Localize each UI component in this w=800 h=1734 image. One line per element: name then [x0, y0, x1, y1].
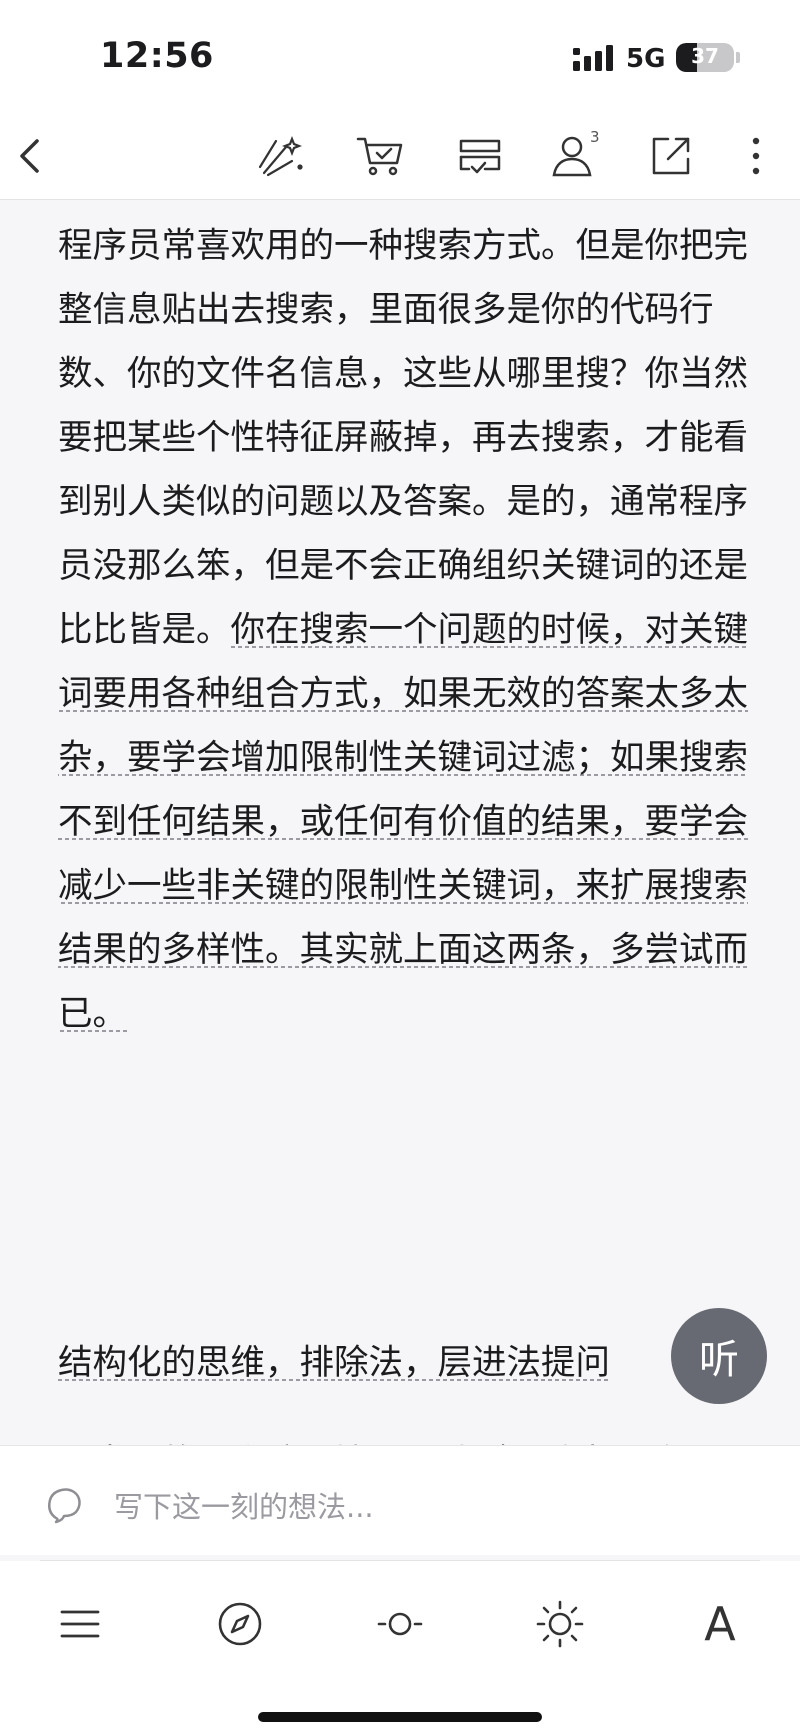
reader-nav-bar: 3: [0, 112, 800, 200]
battery-level: 37: [691, 44, 719, 68]
article-paragraph: 程序员常喜欢用的一种搜索方式。但是你把完整信息贴出去搜索，里面很多是你的代码行数…: [58, 214, 748, 1046]
article-heading: 结构化的思维，排除法，层进法提问: [58, 1331, 748, 1395]
paragraph-text: 程序员常喜欢用的一种搜索方式。但是你把完整信息贴出去搜索，里面很多是你的代码行数…: [58, 226, 748, 650]
brightness-low-icon: [377, 1612, 423, 1636]
home-indicator: [258, 1712, 542, 1722]
comment-input[interactable]: 写下这一刻的想法...: [114, 1484, 374, 1526]
listen-label: 听: [699, 1337, 739, 1383]
cart-icon: [356, 137, 403, 176]
underlined-heading[interactable]: 结构化的思维，排除法，层进法提问: [58, 1343, 610, 1385]
reader-toolbar: A: [0, 1561, 800, 1734]
brightness-down-button[interactable]: [365, 1589, 435, 1659]
network-type: 5G: [626, 44, 666, 74]
font-icon: A: [704, 1597, 736, 1651]
battery-icon: 37: [676, 43, 734, 72]
menu-button[interactable]: [45, 1589, 115, 1659]
more-icon: [752, 137, 760, 175]
back-icon: [20, 139, 39, 173]
more-button[interactable]: [728, 128, 784, 184]
magic-wand-icon: [258, 136, 303, 177]
listen-button[interactable]: 听: [671, 1308, 767, 1404]
share-button[interactable]: [643, 128, 699, 184]
share-icon: [652, 137, 690, 175]
signal-icon: [573, 45, 613, 71]
back-button[interactable]: [2, 128, 58, 184]
discover-button[interactable]: [205, 1589, 275, 1659]
menu-icon: [60, 1610, 100, 1638]
friend-count-badge: 3: [590, 128, 600, 146]
brightness-up-button[interactable]: [525, 1589, 595, 1659]
compass-icon: [218, 1602, 262, 1646]
brightness-high-icon: [536, 1600, 584, 1648]
cart-button[interactable]: [352, 128, 408, 184]
underlined-highlight[interactable]: 你在搜索一个问题的时候，对关键词要用各种组合方式，如果无效的答案太多太杂，要学会…: [58, 610, 748, 1036]
thought-icon: [48, 1488, 81, 1524]
article-paragraph: 我常用的一个培训情景测试（面试中不敢用，因为基本没人可以过关，但培训中常用）是这…: [58, 1431, 748, 1445]
article-content[interactable]: 程序员常喜欢用的一种搜索方式。但是你把完整信息贴出去搜索，里面很多是你的代码行数…: [0, 200, 800, 1445]
status-time: 12:56: [100, 36, 214, 76]
comment-bar[interactable]: 写下这一刻的想法...: [0, 1445, 800, 1555]
status-bar: 12:56 5G 37: [0, 0, 800, 112]
bookshelf-icon: [459, 139, 501, 174]
font-settings-button[interactable]: A: [685, 1589, 755, 1659]
magic-button[interactable]: [253, 128, 309, 184]
bookshelf-button[interactable]: [452, 128, 508, 184]
battery-nub: [736, 52, 740, 63]
